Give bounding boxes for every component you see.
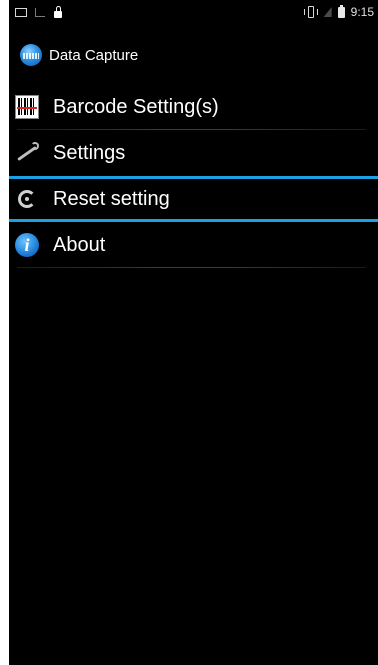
app-title: Data Capture (49, 46, 139, 64)
menu-item-label: About (53, 233, 106, 256)
barcode-icon (15, 95, 39, 119)
app-bar: Data Capture (9, 30, 378, 80)
settings-menu: Barcode Setting(s) Settings Reset settin… (9, 84, 378, 268)
menu-item-about[interactable]: i About (9, 222, 378, 268)
app-screen: 9:15 Data Capture Barcode Setting(s) Set… (9, 0, 378, 665)
menu-item-label: Reset setting (53, 187, 170, 210)
status-bar-left (15, 0, 63, 24)
wifi-icon (323, 7, 332, 17)
signal-icon (35, 7, 45, 17)
screen-icon (15, 7, 27, 17)
status-bar: 9:15 (9, 0, 378, 24)
menu-item-reset-setting[interactable]: Reset setting (9, 176, 378, 222)
battery-icon (337, 4, 345, 18)
status-bar-right: 9:15 (303, 0, 374, 24)
menu-item-label: Settings (53, 141, 126, 164)
reset-icon (15, 187, 39, 211)
divider (17, 267, 366, 268)
status-time: 9:15 (350, 5, 374, 19)
info-icon: i (15, 233, 39, 257)
menu-item-settings[interactable]: Settings (9, 130, 378, 176)
menu-item-barcode-settings[interactable]: Barcode Setting(s) (9, 84, 378, 130)
menu-item-label: Barcode Setting(s) (53, 95, 219, 118)
app-logo-icon[interactable] (20, 44, 42, 66)
wrench-icon (15, 141, 39, 165)
lock-icon (53, 6, 63, 18)
vibrate-icon (303, 6, 318, 18)
